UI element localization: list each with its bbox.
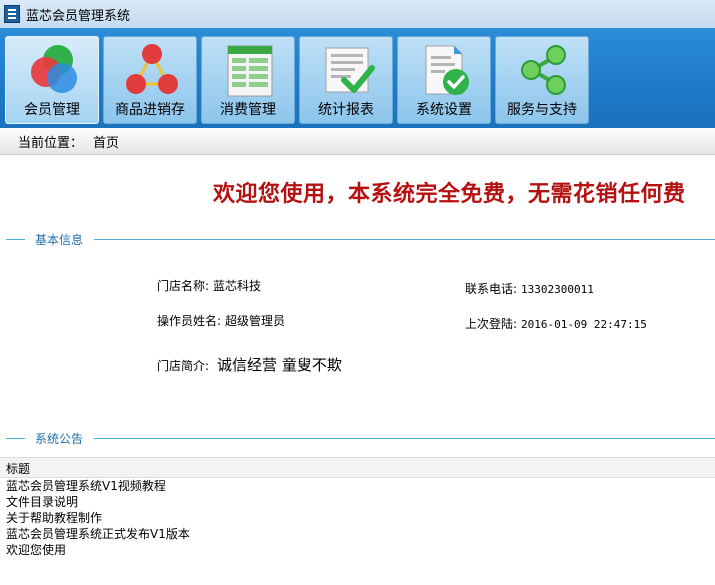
breadcrumb-label: 当前位置： bbox=[18, 135, 84, 151]
operator-label: 操作员姓名: bbox=[157, 314, 222, 328]
report-check-icon bbox=[325, 47, 375, 93]
phone-value: 13302300011 bbox=[521, 283, 594, 296]
toolbar-button-inventory[interactable]: 商品进销存 bbox=[103, 36, 197, 124]
basic-info-section-header: 基本信息 bbox=[0, 231, 715, 247]
members-circles-icon bbox=[31, 45, 77, 93]
last-login-value: 2016-01-09 22:47:15 bbox=[521, 318, 647, 331]
list-item[interactable]: 蓝芯会员管理系统正式发布V1版本 bbox=[6, 526, 190, 542]
list-item[interactable]: 蓝芯会员管理系统V1视频教程 bbox=[6, 478, 190, 494]
toolbar-label: 商品进销存 bbox=[115, 102, 185, 118]
store-name-value: 蓝芯科技 bbox=[213, 279, 262, 293]
toolbar-label: 消费管理 bbox=[220, 102, 276, 118]
announcements-list: 蓝芯会员管理系统V1视频教程 文件目录说明 关于帮助教程制作 蓝芯会员管理系统正… bbox=[6, 478, 190, 558]
toolbar-label: 系统设置 bbox=[416, 102, 472, 118]
share-icon bbox=[521, 45, 566, 95]
operator-value: 超级管理员 bbox=[225, 314, 286, 328]
breadcrumb-current[interactable]: 首页 bbox=[93, 132, 119, 151]
section-title: 系统公告 bbox=[35, 432, 84, 446]
store-name-row: 门店名称: 蓝芯科技 bbox=[157, 277, 261, 294]
list-item[interactable]: 欢迎您使用 bbox=[6, 542, 190, 558]
announcements-section-header: 系统公告 bbox=[0, 430, 715, 446]
phone-label: 联系电话: bbox=[465, 282, 518, 296]
phone-row: 联系电话: 13302300011 bbox=[465, 280, 594, 297]
column-header-title: 标题 bbox=[6, 462, 31, 476]
intro-row: 门店简介: 诚信经营 童叟不欺 bbox=[157, 354, 342, 375]
document-check-icon bbox=[425, 45, 469, 95]
last-login-label: 上次登陆: bbox=[465, 317, 518, 331]
intro-label: 门店简介: bbox=[157, 359, 210, 373]
toolbar-button-support[interactable]: 服务与支持 bbox=[495, 36, 589, 124]
store-name-label: 门店名称: bbox=[157, 279, 210, 293]
section-title: 基本信息 bbox=[35, 233, 84, 247]
window-title: 蓝芯会员管理系统 bbox=[26, 8, 131, 24]
toolbar-label: 会员管理 bbox=[24, 102, 80, 118]
last-login-row: 上次登陆: 2016-01-09 22:47:15 bbox=[465, 315, 647, 332]
toolbar-button-settings[interactable]: 系统设置 bbox=[397, 36, 491, 124]
announcements-table-header: 标题 bbox=[0, 457, 715, 478]
welcome-banner: 欢迎您使用，本系统完全免费，无需花销任何费 bbox=[213, 182, 686, 207]
list-item[interactable]: 文件目录说明 bbox=[6, 494, 190, 510]
toolbar-label: 服务与支持 bbox=[507, 102, 577, 118]
title-bar: 蓝芯会员管理系统 bbox=[0, 0, 715, 28]
toolbar-label: 统计报表 bbox=[318, 102, 374, 118]
list-item[interactable]: 关于帮助教程制作 bbox=[6, 510, 190, 526]
nodes-triangle-icon bbox=[126, 44, 178, 94]
operator-row: 操作员姓名: 超级管理员 bbox=[157, 312, 285, 329]
intro-value: 诚信经营 童叟不欺 bbox=[217, 356, 342, 374]
toolbar-button-reports[interactable]: 统计报表 bbox=[299, 36, 393, 124]
toolbar-button-members[interactable]: 会员管理 bbox=[5, 36, 99, 124]
breadcrumb: 当前位置： 首页 bbox=[0, 128, 715, 155]
main-toolbar: 会员管理 商品进销存 消费管理 统计报表 系统设置 服务与支持 bbox=[0, 28, 715, 128]
toolbar-button-consumption[interactable]: 消费管理 bbox=[201, 36, 295, 124]
spreadsheet-icon bbox=[227, 45, 273, 97]
app-logo-icon bbox=[4, 5, 20, 23]
